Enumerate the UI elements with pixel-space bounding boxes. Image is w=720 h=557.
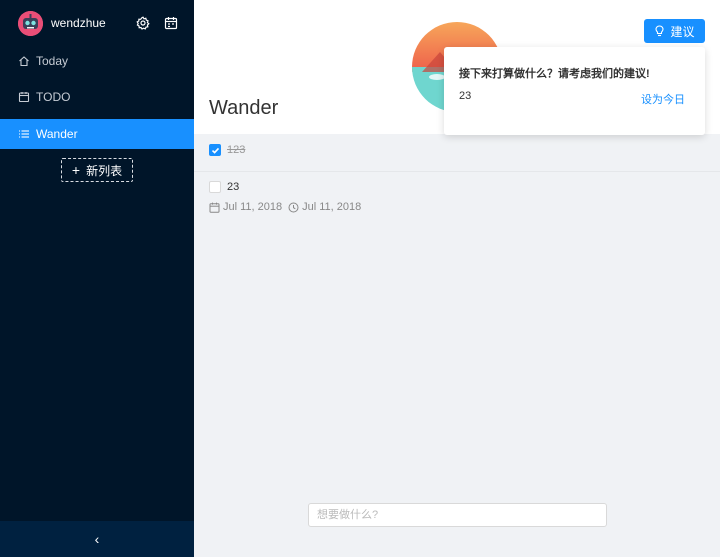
todo-text: 23 bbox=[227, 181, 240, 193]
suggest-button[interactable]: 建议 bbox=[644, 19, 705, 43]
divider bbox=[194, 171, 720, 172]
page-title: Wander bbox=[209, 97, 279, 119]
clock-icon bbox=[288, 202, 299, 213]
calendar-icon bbox=[18, 91, 30, 103]
chevron-left-icon: ‹ bbox=[94, 531, 100, 547]
todo-checkbox[interactable] bbox=[209, 181, 221, 193]
popover-title: 接下来打算做什么？请考虑我们的建议! bbox=[459, 68, 650, 80]
settings-gear-icon[interactable] bbox=[136, 16, 150, 30]
sidebar-item-wander[interactable]: Wander bbox=[0, 119, 194, 149]
suggested-todo: 23 bbox=[459, 90, 472, 102]
todo-checkbox[interactable] bbox=[209, 144, 221, 156]
sidebar-item-today[interactable]: Today bbox=[0, 46, 194, 76]
set-today-link[interactable]: 设为今日 bbox=[641, 91, 685, 107]
todo-item[interactable]: 23 bbox=[209, 181, 239, 193]
user-row: wendzhue bbox=[0, 0, 194, 46]
sidebar-item-label: TODO bbox=[36, 90, 71, 104]
bulb-icon bbox=[654, 25, 665, 37]
plus-icon: + bbox=[71, 162, 81, 178]
home-icon bbox=[18, 55, 30, 67]
todo-meta: Jul 11, 2018 Jul 11, 2018 bbox=[209, 201, 361, 213]
main-content: Wander 建议 接下来打算做什么？请考虑我们的建议! 23 设为今日 123… bbox=[194, 0, 720, 557]
suggestion-popover: 接下来打算做什么？请考虑我们的建议! 23 设为今日 bbox=[444, 47, 705, 135]
calendar-icon bbox=[209, 202, 220, 213]
sidebar-item-todo[interactable]: TODO bbox=[0, 82, 194, 112]
new-list-button[interactable]: + 新列表 bbox=[61, 158, 133, 182]
sidebar-item-label: Today bbox=[36, 54, 69, 68]
calendar-icon[interactable] bbox=[164, 16, 178, 30]
username: wendzhue bbox=[51, 16, 106, 30]
list-icon bbox=[18, 128, 30, 140]
notify-date: Jul 11, 2018 bbox=[302, 201, 362, 213]
new-list-label: 新列表 bbox=[86, 163, 123, 178]
suggest-button-label: 建议 bbox=[670, 24, 695, 39]
collapse-sidebar-button[interactable]: ‹ bbox=[0, 521, 194, 557]
planned-date: Jul 11, 2018 bbox=[223, 201, 283, 213]
todo-text: 123 bbox=[227, 144, 246, 156]
sidebar: wendzhue Today TODO Wander + 新列表 ‹ bbox=[0, 0, 194, 557]
todo-item[interactable]: 123 bbox=[209, 144, 245, 156]
new-todo-input[interactable] bbox=[308, 503, 607, 527]
sidebar-item-label: Wander bbox=[36, 127, 78, 141]
avatar[interactable] bbox=[18, 11, 43, 36]
